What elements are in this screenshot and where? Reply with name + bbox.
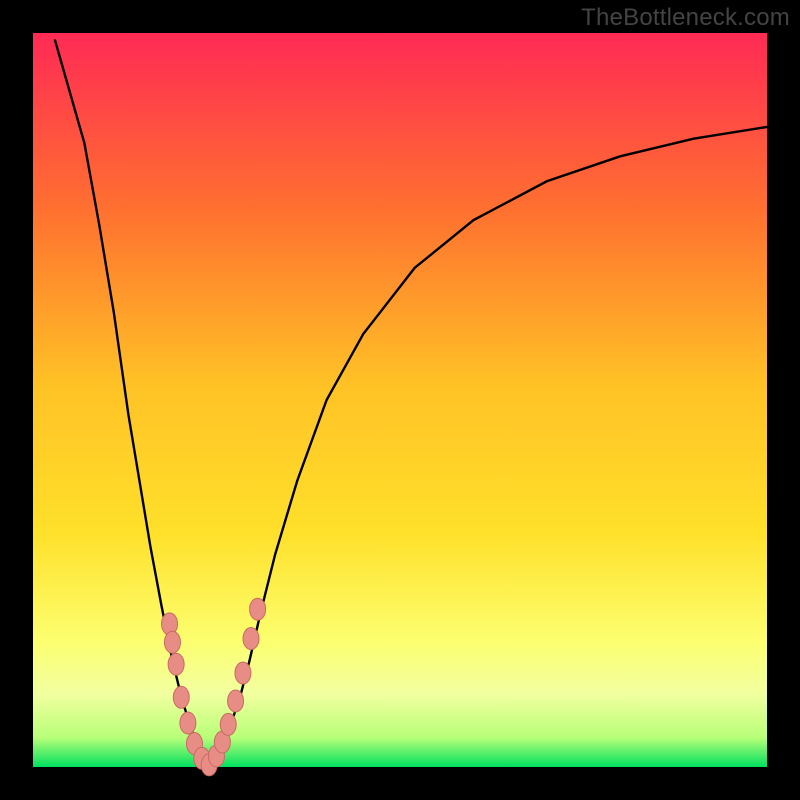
data-marker: [180, 712, 196, 734]
data-marker: [220, 713, 236, 735]
plot-background: [33, 33, 767, 767]
watermark-text: TheBottleneck.com: [581, 4, 790, 32]
chart-frame: TheBottleneck.com: [0, 0, 800, 800]
bottleneck-chart: [0, 0, 800, 800]
data-marker: [168, 653, 184, 675]
data-marker: [164, 631, 180, 653]
data-marker: [250, 598, 266, 620]
data-marker: [235, 662, 251, 684]
data-marker: [228, 690, 244, 712]
data-marker: [243, 628, 259, 650]
data-marker: [173, 686, 189, 708]
